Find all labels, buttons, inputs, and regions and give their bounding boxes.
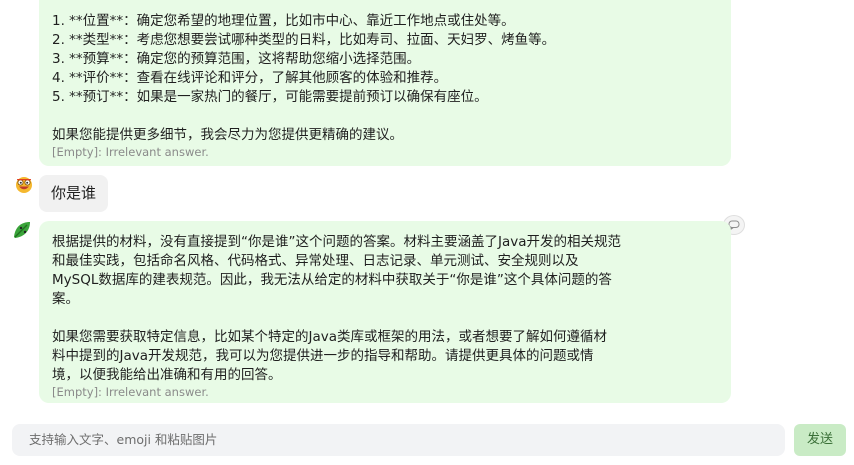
laughing-face-icon — [14, 174, 34, 194]
message-line: 料中提到的Java开发规范，我可以为您提供进一步的指导和帮助。请提供更具体的问题… — [52, 348, 594, 364]
message-line — [52, 107, 717, 126]
message-line: 2. **类型**：考虑您想要尝试哪种类型的日料，比如寿司、拉面、天妇罗、烤鱼等… — [52, 32, 556, 48]
message-note: [Empty]: Irrelevant answer. — [52, 145, 209, 159]
message-note: [Empty]: Irrelevant answer. — [52, 385, 209, 399]
message-line — [52, 309, 717, 328]
message-line: 案。 — [52, 291, 79, 307]
message-line: 和最佳实践，包括命名风格、代码格式、异常处理、日志记录、单元测试、安全规则以及 — [52, 253, 579, 269]
send-button[interactable]: 发送 — [794, 424, 846, 456]
message-line: 3. **预算**：确定您的预算范围，这将帮助您缩小选择范围。 — [52, 51, 421, 67]
message-line: 根据提供的材料，没有直接提到“你是谁”这个问题的答案。材料主要涵盖了Java开发… — [52, 234, 622, 250]
green-leaf-icon — [11, 219, 31, 239]
user-message: 你是谁 — [39, 175, 109, 212]
chat-input[interactable]: 支持输入文字、emoji 和粘贴图片 — [12, 424, 785, 456]
message-line: 5. **预订**：如果是一家热门的餐厅，可能需要提前预订以确保有座位。 — [52, 89, 488, 105]
message-line: 1. **位置**：确定您希望的地理位置，比如市中心、靠近工作地点或住处等。 — [52, 13, 515, 29]
message-line: 境，以便我能给出准确和有用的回答。 — [52, 367, 282, 383]
message-line: MySQL数据库的建表规范。因此，我无法从给定的材料中获取关于“你是谁”这个具体… — [52, 272, 612, 288]
assistant-message-2: 根据提供的材料，没有直接提到“你是谁”这个问题的答案。材料主要涵盖了Java开发… — [39, 221, 731, 403]
message-line: 如果您需要获取特定信息，比如某个特定的Java类库或框架的用法，或者想要了解如何… — [52, 329, 608, 345]
assistant-message-1: 1. **位置**：确定您希望的地理位置，比如市中心、靠近工作地点或住处等。 2… — [39, 0, 731, 166]
message-line: 4. **评价**：查看在线评论和评分，了解其他顾客的体验和推荐。 — [52, 70, 448, 86]
message-line: 如果您能提供更多细节，我会尽力为您提供更精确的建议。 — [52, 127, 403, 143]
